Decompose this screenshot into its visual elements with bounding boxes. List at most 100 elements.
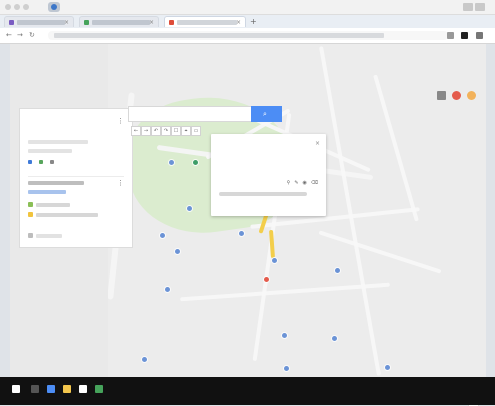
- preview-button[interactable]: [50, 160, 55, 164]
- tab-strip: × × × +: [0, 15, 495, 28]
- map-pin-icon[interactable]: [160, 233, 165, 238]
- top-right-controls: [437, 91, 476, 100]
- address-bar-row: ← → ↻: [0, 28, 495, 44]
- close-tab-icon[interactable]: ×: [149, 19, 154, 26]
- close-tab-icon[interactable]: ×: [64, 19, 69, 26]
- layer-item-label: [36, 213, 98, 217]
- browser-tab[interactable]: ×: [79, 16, 159, 27]
- file-icon[interactable]: [79, 385, 87, 393]
- map-pin-icon[interactable]: [169, 160, 174, 165]
- layer-color-icon: [28, 212, 33, 217]
- tool-button[interactable]: ←: [132, 127, 140, 135]
- tool-button[interactable]: ↶: [152, 127, 160, 135]
- search-button[interactable]: ⌕: [252, 107, 281, 121]
- edit-icon[interactable]: ✎: [294, 180, 298, 186]
- window-dot-icon: [14, 4, 20, 10]
- share-icon: [39, 160, 43, 164]
- window-dot-icon: [5, 4, 11, 10]
- layer-item-label: [36, 203, 70, 207]
- new-tab-icon[interactable]: +: [250, 17, 257, 26]
- forward-icon[interactable]: →: [17, 32, 23, 39]
- browser-tab[interactable]: ×: [4, 16, 74, 27]
- layer-item[interactable]: [28, 211, 124, 219]
- close-icon[interactable]: ×: [315, 140, 320, 147]
- layer-title: [28, 181, 84, 185]
- map-side-panel: ⋮ ⋮: [20, 109, 132, 247]
- minimize-button[interactable]: [463, 3, 473, 11]
- tool-button[interactable]: ⌖: [182, 127, 190, 135]
- add-layer-button[interactable]: [28, 160, 33, 164]
- map-pin-icon[interactable]: [175, 249, 180, 254]
- camera-icon[interactable]: ◉: [303, 180, 307, 186]
- extension-icon[interactable]: [461, 32, 469, 39]
- reload-icon[interactable]: ↻: [29, 32, 35, 39]
- search-taskbar-icon[interactable]: [31, 385, 39, 393]
- url-text: [54, 33, 384, 38]
- chrome-icon[interactable]: [95, 385, 103, 393]
- map-pin-icon[interactable]: [335, 268, 340, 273]
- tool-button[interactable]: ☐: [172, 127, 180, 135]
- menu-icon[interactable]: [476, 32, 483, 39]
- map-pin-icon[interactable]: [272, 258, 277, 263]
- map-pin-icon[interactable]: [165, 287, 170, 292]
- tool-button[interactable]: ↷: [162, 127, 170, 135]
- close-tab-icon[interactable]: ×: [236, 19, 241, 26]
- base-map-label: [36, 234, 62, 238]
- windows-taskbar: [0, 377, 495, 405]
- map-pin-icon[interactable]: [142, 357, 147, 362]
- browser-tab-active[interactable]: ×: [164, 16, 246, 27]
- panel-header: [28, 117, 98, 119]
- layer-item[interactable]: [28, 201, 124, 209]
- tab-favicon-icon: [84, 20, 89, 25]
- map-pin-icon[interactable]: [282, 333, 287, 338]
- tab-favicon-icon: [169, 20, 174, 25]
- toolbar-icons: [441, 32, 483, 41]
- notifications-icon[interactable]: [452, 91, 461, 100]
- panel-row-text: [28, 149, 72, 153]
- map-pin-icon[interactable]: [193, 160, 198, 165]
- style-icon[interactable]: ⚲: [287, 180, 291, 186]
- bookmark-icon[interactable]: [446, 32, 454, 39]
- road: [319, 46, 381, 376]
- tab-title: [92, 20, 150, 25]
- panel-actions: [28, 157, 124, 167]
- road: [180, 282, 390, 302]
- tool-button[interactable]: ▭: [192, 127, 200, 135]
- layer-link[interactable]: [28, 190, 66, 194]
- panel-row: [28, 149, 122, 157]
- back-icon[interactable]: ←: [6, 32, 12, 39]
- tab-title: [177, 20, 237, 25]
- layer-block: ⋮: [28, 176, 124, 221]
- share-button[interactable]: [39, 160, 44, 164]
- preview-icon: [50, 160, 54, 164]
- panel-row-text: [28, 140, 88, 144]
- close-window-button[interactable]: [475, 3, 485, 11]
- map-pin-icon[interactable]: [332, 336, 337, 341]
- road: [373, 74, 419, 222]
- search-icon: ⌕: [263, 110, 267, 118]
- base-map-row[interactable]: [28, 231, 108, 241]
- windows-start-icon[interactable]: [12, 385, 20, 393]
- browser-chrome-top: [0, 0, 495, 15]
- map-pin-icon[interactable]: [284, 366, 289, 371]
- map-pin-icon[interactable]: [264, 277, 269, 282]
- profile-icon[interactable]: [467, 91, 476, 100]
- map-pin-icon[interactable]: [187, 206, 192, 211]
- url-field[interactable]: [48, 31, 448, 40]
- tab-title: [17, 20, 65, 25]
- map-toolbar: ← → ↶ ↷ ☐ ⌖ ▭: [132, 127, 200, 135]
- folder-icon[interactable]: [63, 385, 71, 393]
- delete-icon[interactable]: ⌫: [311, 180, 318, 186]
- map-pin-icon[interactable]: [239, 231, 244, 236]
- profile-avatar[interactable]: [48, 2, 60, 12]
- card-progress-bar: [219, 192, 307, 196]
- map-pin-icon[interactable]: [385, 365, 390, 370]
- tool-button[interactable]: →: [142, 127, 150, 135]
- base-map-icon: [28, 233, 33, 238]
- map-search-input[interactable]: [129, 107, 262, 121]
- layer-menu-icon[interactable]: ⋮: [117, 179, 124, 187]
- more-options-icon[interactable]: ⋮: [117, 117, 124, 125]
- window-dot-icon: [23, 4, 29, 10]
- edge-icon[interactable]: [47, 385, 55, 393]
- apps-icon[interactable]: [437, 91, 446, 100]
